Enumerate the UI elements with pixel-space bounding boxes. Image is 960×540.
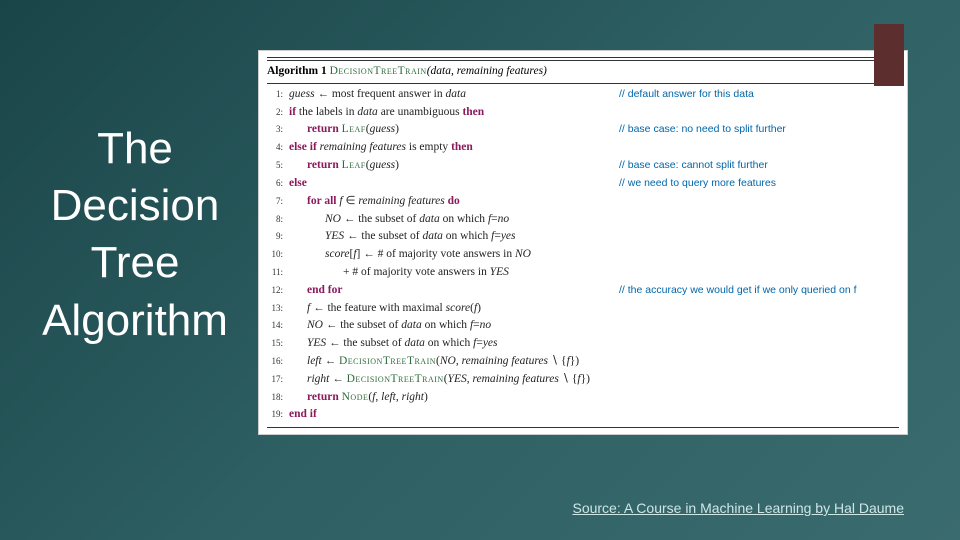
line-number: 12: (267, 284, 289, 298)
line-code: return Leaf(guess)// base case: no need … (289, 121, 899, 139)
line-number: 11: (267, 266, 289, 280)
line-code: else if remaining features is empty then (289, 139, 899, 157)
algorithm-fn-name: DecisionTreeTrain (330, 65, 427, 77)
line-code: end for (289, 282, 899, 300)
algorithm-line: 10:score[f] ← # of majority vote answers… (267, 246, 899, 264)
accent-bar (874, 24, 904, 86)
line-number: 2: (267, 106, 289, 120)
line-code: end if (289, 406, 899, 424)
algorithm-line: 13:f ← the feature with maximal score(f) (267, 300, 899, 318)
line-code: guess ← most frequent answer in data// d… (289, 86, 899, 104)
algorithm-line: 14:NO ← the subset of data on which f=no (267, 317, 899, 335)
algorithm-number: Algorithm 1 (267, 65, 327, 77)
line-comment: // we need to query more features (619, 175, 776, 191)
line-number: 19: (267, 408, 289, 422)
line-code: if the labels in data are unambiguous th… (289, 104, 899, 122)
line-code: score[f] ← # of majority vote answers in… (289, 246, 899, 264)
line-number: 17: (267, 373, 289, 387)
line-number: 8: (267, 213, 289, 227)
line-number: 3: (267, 123, 289, 137)
algorithm-line: 1:guess ← most frequent answer in data//… (267, 86, 899, 104)
line-number: 16: (267, 355, 289, 369)
line-code: YES ← the subset of data on which f=yes (289, 228, 899, 246)
line-code: NO ← the subset of data on which f=no (289, 317, 899, 335)
algorithm-line: 6:else// we need to query more features (267, 175, 899, 193)
line-code: return Leaf(guess)// base case: cannot s… (289, 157, 899, 175)
line-comment: // base case: no need to split further (619, 121, 786, 137)
slide-title: The Decision Tree Algorithm (20, 120, 250, 349)
algorithm-line: 11:+ # of majority vote answers in YES (267, 264, 899, 282)
line-code: for all f ∈ remaining features do (289, 193, 899, 211)
algorithm-line: 4:else if remaining features is empty th… (267, 139, 899, 157)
line-number: 15: (267, 337, 289, 351)
algorithm-line: 15:YES ← the subset of data on which f=y… (267, 335, 899, 353)
line-code: left ← DecisionTreeTrain(NO, remaining f… (289, 353, 899, 371)
line-code: f ← the feature with maximal score(f) (289, 300, 899, 318)
line-code: return Node(f, left, right) (289, 389, 899, 407)
line-number: 10: (267, 248, 289, 262)
line-code: right ← DecisionTreeTrain(YES, remaining… (289, 371, 899, 389)
algorithm-line: 5:return Leaf(guess)// base case: cannot… (267, 157, 899, 175)
algorithm-line: 2:if the labels in data are unambiguous … (267, 104, 899, 122)
line-comment: // default answer for this data (619, 86, 754, 102)
line-number: 18: (267, 391, 289, 405)
line-number: 1: (267, 88, 289, 102)
line-number: 13: (267, 302, 289, 316)
algorithm-line: 9:YES ← the subset of data on which f=ye… (267, 228, 899, 246)
algorithm-line: 7:for all f ∈ remaining features do (267, 193, 899, 211)
algorithm-header: Algorithm 1 DecisionTreeTrain(data, rema… (267, 57, 899, 84)
line-number: 5: (267, 159, 289, 173)
algorithm-line: 16:left ← DecisionTreeTrain(NO, remainin… (267, 353, 899, 371)
line-number: 4: (267, 141, 289, 155)
algorithm-box: Algorithm 1 DecisionTreeTrain(data, rema… (258, 50, 908, 435)
line-code: + # of majority vote answers in YES (289, 264, 899, 282)
line-code: else// we need to query more features (289, 175, 899, 193)
line-number: 7: (267, 195, 289, 209)
algorithm-line: 19:end if (267, 406, 899, 424)
line-code: YES ← the subset of data on which f=yes (289, 335, 899, 353)
line-number: 9: (267, 230, 289, 244)
line-comment: // base case: cannot split further (619, 157, 768, 173)
algorithm-line: 17:right ← DecisionTreeTrain(YES, remain… (267, 371, 899, 389)
line-number: 6: (267, 177, 289, 191)
algorithm-line: 3:return Leaf(guess)// base case: no nee… (267, 121, 899, 139)
line-code: NO ← the subset of data on which f=no (289, 211, 899, 229)
line-number: 14: (267, 319, 289, 333)
algorithm-args: (data, remaining features) (427, 65, 547, 77)
algorithm-footer-rule (267, 427, 899, 428)
algorithm-line: 8:NO ← the subset of data on which f=no (267, 211, 899, 229)
algorithm-line: 12:end for (267, 282, 899, 300)
algorithm-body: 1:guess ← most frequent answer in data//… (267, 86, 899, 424)
source-citation[interactable]: Source: A Course in Machine Learning by … (572, 500, 904, 516)
algorithm-line: 18:return Node(f, left, right) (267, 389, 899, 407)
